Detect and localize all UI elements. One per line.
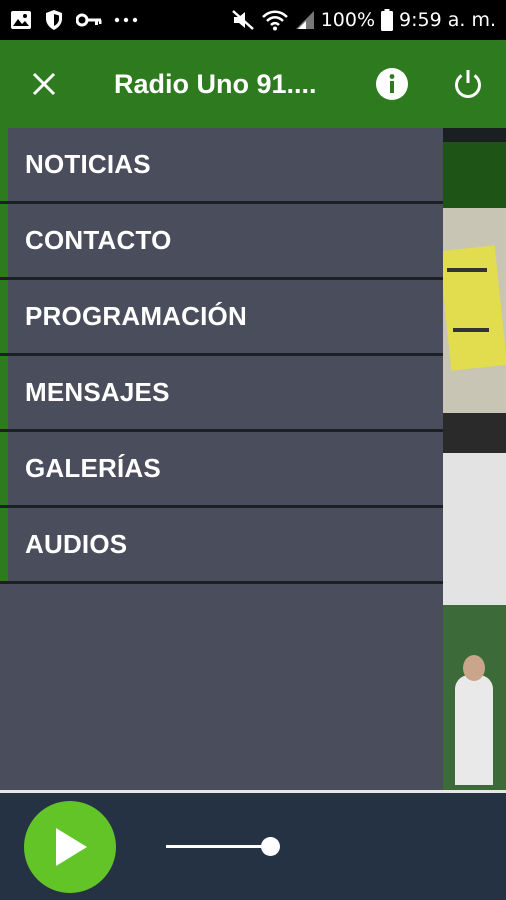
power-icon — [452, 68, 484, 100]
menu-item-programacion[interactable]: PROGRAMACIÓN — [0, 280, 443, 356]
background-photo-2 — [443, 605, 506, 790]
menu-item-noticias[interactable]: NOTICIAS — [0, 128, 443, 204]
menu-item-mensajes[interactable]: MENSAJES — [0, 356, 443, 432]
app-title: Radio Uno 91.... — [114, 68, 317, 99]
background-header — [443, 142, 506, 208]
menu-item-label: AUDIOS — [25, 529, 128, 559]
status-right: 100% 9:59 a. m. — [231, 9, 506, 31]
background-divider — [443, 413, 506, 453]
info-button[interactable] — [354, 40, 430, 128]
player-bar — [0, 793, 506, 900]
app-bar: Radio Uno 91.... — [0, 40, 506, 128]
menu-item-accent — [0, 508, 8, 581]
image-icon — [10, 10, 32, 30]
battery-text: 100% — [320, 9, 376, 31]
menu-item-galerias[interactable]: GALERÍAS — [0, 432, 443, 508]
clock: 9:59 a. m. — [399, 9, 496, 31]
play-button[interactable] — [24, 801, 116, 893]
wifi-icon — [261, 9, 289, 31]
background-strip — [443, 128, 506, 142]
key-icon — [76, 13, 102, 27]
menu-item-accent — [0, 128, 8, 201]
close-drawer-button[interactable] — [0, 40, 88, 128]
mute-icon — [231, 9, 255, 31]
menu-item-accent — [0, 432, 8, 505]
background-card — [443, 453, 506, 605]
menu-item-label: PROGRAMACIÓN — [25, 301, 247, 331]
status-bar: 100% 9:59 a. m. — [0, 0, 506, 40]
menu-item-label: GALERÍAS — [25, 453, 161, 483]
shield-icon — [44, 9, 64, 31]
menu-item-label: NOTICIAS — [25, 149, 151, 179]
menu-item-accent — [0, 280, 8, 353]
menu-item-label: CONTACTO — [25, 225, 172, 255]
background-photo-1 — [443, 208, 506, 413]
play-icon — [50, 825, 90, 869]
navigation-drawer: NOTICIAS CONTACTO PROGRAMACIÓN MENSAJES … — [0, 128, 443, 790]
power-button[interactable] — [430, 40, 506, 128]
volume-slider-track[interactable] — [166, 845, 272, 848]
menu-item-contacto[interactable]: CONTACTO — [0, 204, 443, 280]
menu-item-audios[interactable]: AUDIOS — [0, 508, 443, 584]
status-left-icons — [0, 9, 138, 31]
menu-item-label: MENSAJES — [25, 377, 170, 407]
menu-item-accent — [0, 204, 8, 277]
info-icon — [375, 67, 409, 101]
more-icon — [114, 17, 138, 23]
close-icon — [31, 71, 57, 97]
signal-icon — [295, 10, 315, 30]
battery-icon — [381, 9, 394, 31]
menu-item-accent — [0, 356, 8, 429]
volume-slider-handle[interactable] — [261, 837, 280, 856]
background-content — [443, 128, 506, 790]
